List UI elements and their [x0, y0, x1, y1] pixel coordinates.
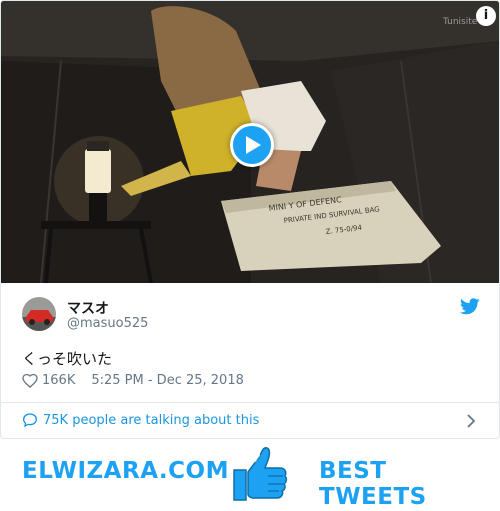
- avatar-image: [22, 297, 56, 331]
- thumbs-up-icon: [228, 442, 292, 510]
- conversation-link[interactable]: 75K people are talking about this: [22, 412, 259, 428]
- tweet-meta: 166K 5:25 PM - Dec 25, 2018: [22, 373, 244, 388]
- play-icon: [246, 136, 261, 154]
- tweet-video[interactable]: MINI Y OF DEFENC PRIVATE IND SURVIVAL BA…: [1, 1, 499, 283]
- tweet-timestamp[interactable]: 5:25 PM - Dec 25, 2018: [91, 373, 244, 388]
- tweet-text: くっそ吹いた: [22, 350, 113, 368]
- display-name[interactable]: マスオ: [67, 298, 109, 318]
- chevron-right-icon[interactable]: [466, 413, 476, 432]
- divider: [1, 402, 499, 403]
- channel-logo: Tunisite: [443, 17, 478, 27]
- conversation-text: 75K people are talking about this: [43, 412, 260, 428]
- tweet-card[interactable]: MINI Y OF DEFENC PRIVATE IND SURVIVAL BA…: [0, 0, 500, 439]
- info-icon[interactable]: i: [476, 6, 496, 26]
- play-button[interactable]: [230, 123, 274, 167]
- site-name[interactable]: ELWIZARA.COM: [22, 458, 229, 484]
- tagline: BEST TWEETS: [319, 458, 427, 510]
- avatar[interactable]: [22, 297, 56, 331]
- twitter-bird-icon[interactable]: [459, 298, 480, 319]
- heart-icon[interactable]: [22, 373, 38, 388]
- user-handle[interactable]: @masuo525: [67, 316, 148, 331]
- speech-bubble-icon: [22, 413, 38, 428]
- like-count[interactable]: 166K: [42, 373, 75, 388]
